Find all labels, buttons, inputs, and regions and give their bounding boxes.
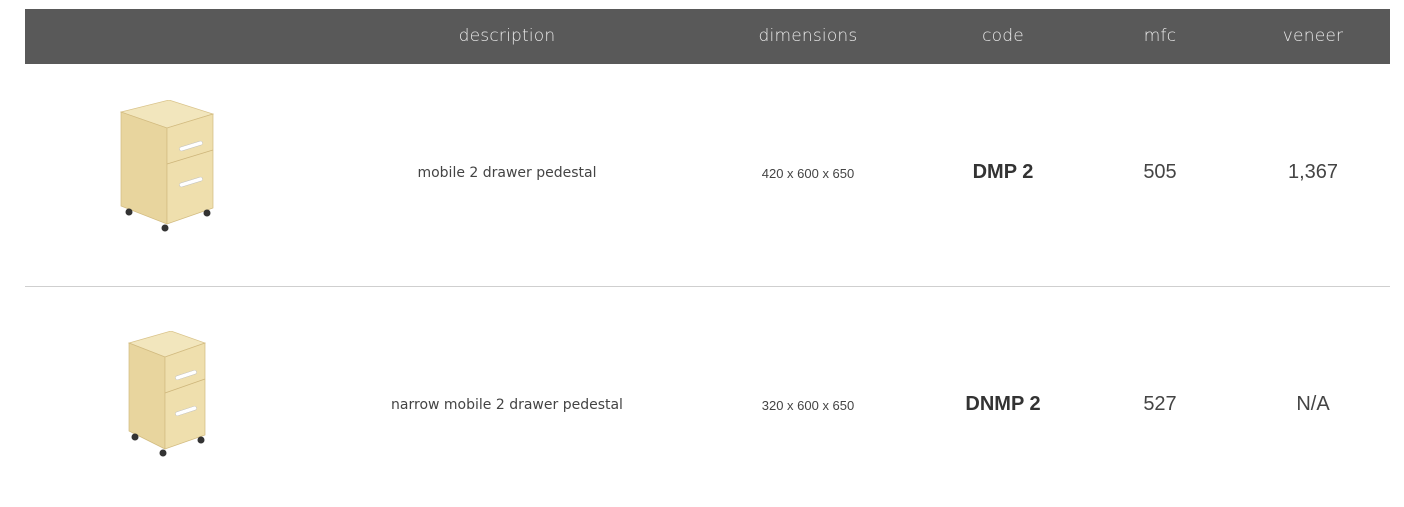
row-mfc: 505: [1143, 161, 1177, 183]
header-dimensions: dimensions: [758, 26, 858, 46]
row-code: DMP 2: [972, 161, 1034, 183]
pedestal-2-drawer-icon: [115, 99, 225, 242]
table-header: description dimensions code mfc veneer: [25, 9, 1390, 64]
header-code: code: [982, 26, 1024, 46]
row-dimensions: 420 x 600 x 650: [761, 166, 855, 181]
header-veneer: veneer: [1282, 26, 1344, 46]
product-table: description dimensions code mfc veneer m…: [25, 9, 1390, 457]
header-mfc: mfc: [1143, 26, 1177, 46]
header-description: description: [458, 26, 556, 46]
row-veneer: N/A: [1296, 393, 1330, 415]
table-row: narrow mobile 2 drawer pedestal 320 x 60…: [25, 287, 1390, 507]
row-veneer: 1,367: [1287, 161, 1339, 183]
row-dimensions: 320 x 600 x 650: [761, 398, 855, 413]
narrow-pedestal-2-drawer-icon: [121, 330, 221, 465]
table-row: mobile 2 drawer pedestal 420 x 600 x 650…: [25, 64, 1390, 286]
row-description: narrow mobile 2 drawer pedestal: [391, 397, 623, 413]
row-code: DNMP 2: [965, 393, 1041, 415]
row-description: mobile 2 drawer pedestal: [417, 165, 597, 181]
row-mfc: 527: [1143, 393, 1177, 415]
